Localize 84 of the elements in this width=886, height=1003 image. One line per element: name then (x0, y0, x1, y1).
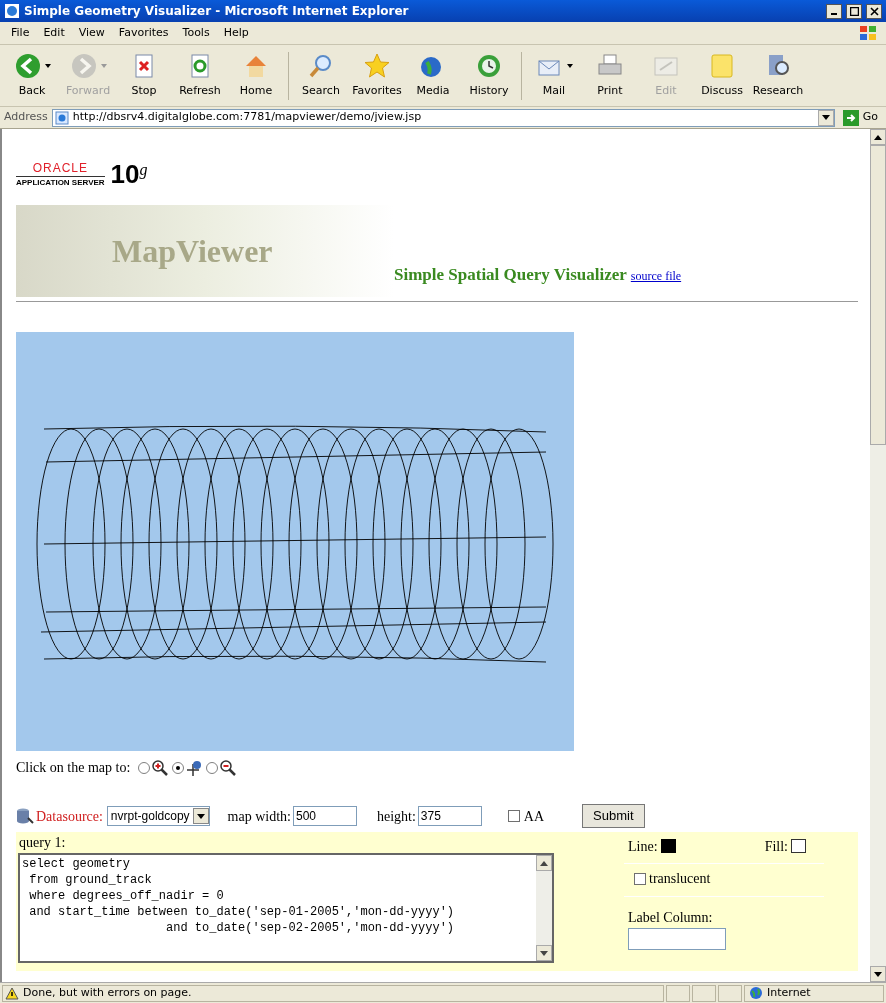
toolbar-button[interactable]: Mail (526, 51, 582, 99)
close-icon (869, 6, 879, 16)
toolbar-button[interactable]: Search (293, 51, 349, 99)
toolbar-button[interactable]: Back (4, 51, 60, 100)
database-icon (16, 808, 34, 824)
line-color-swatch[interactable] (660, 839, 676, 853)
back-icon (13, 51, 42, 80)
favorites-icon (363, 51, 391, 80)
datasource-dropdown[interactable]: nvrpt-goldcopy (106, 806, 210, 826)
windows-flag-icon (858, 24, 878, 42)
forward-icon (69, 51, 98, 80)
checkbox[interactable] (634, 872, 646, 885)
minimize-button[interactable] (826, 3, 842, 19)
menu-item[interactable]: Tools (175, 24, 217, 42)
datasource-label: Datasource: (36, 807, 103, 826)
map-width-label: map width: (227, 807, 291, 826)
down-arrow-icon[interactable] (540, 950, 548, 956)
menu-item[interactable]: View (71, 24, 112, 42)
query-field[interactable]: select geometry from ground_track where degrees_off_nadir = 0 and start_time between to_date('sep-01-2005','mon-dd-yyyy') and to_date('sep-02-2005','mon-dd-yyyy') (18, 853, 554, 963)
page-icon (54, 110, 69, 125)
maximize-button[interactable] (846, 3, 862, 19)
height-field[interactable]: 375 (417, 806, 482, 826)
scroll-thumb[interactable] (870, 145, 886, 445)
page-scrollbar[interactable] (870, 129, 886, 982)
source-link[interactable]: source file (630, 266, 682, 285)
query-label: query 1: (18, 834, 67, 852)
aa-label: AA (523, 807, 545, 826)
caret-icon[interactable] (566, 63, 573, 68)
status-text: Done, but with errors on page. (23, 984, 192, 1001)
toolbar-button[interactable]: Refresh (172, 51, 228, 100)
address-field[interactable]: http://dbsrv4.digitalglobe.com:7781/mapviewer/demo/jview.jsp (51, 108, 835, 127)
browser-icon (4, 3, 20, 19)
discuss-icon (708, 51, 736, 80)
menu-item[interactable]: Help (216, 24, 256, 42)
dropdown-arrow-icon[interactable] (821, 115, 830, 120)
label-column-label: Label Column: (628, 909, 714, 927)
zoom-out-icon (220, 759, 237, 776)
radio-button[interactable] (172, 761, 185, 774)
toolbar-button[interactable]: Discuss (694, 51, 750, 100)
zone-text: Internet (767, 984, 811, 1001)
submit-button[interactable]: Submit (582, 804, 645, 828)
label-column-field[interactable] (628, 928, 726, 950)
toolbar-button[interactable]: History (461, 51, 517, 100)
go-arrow-icon (845, 112, 856, 123)
line-label: Line: (628, 837, 658, 856)
zoom-in-icon (152, 759, 169, 776)
menu-item[interactable]: Favorites (111, 24, 176, 42)
caret-icon[interactable] (44, 63, 51, 68)
menu-item[interactable]: Edit (36, 24, 72, 42)
fill-label: Fill: (764, 837, 788, 856)
map-view[interactable] (16, 332, 574, 751)
close-button[interactable] (866, 3, 882, 19)
up-arrow-icon[interactable] (874, 134, 882, 140)
fill-color-swatch[interactable] (791, 839, 806, 853)
address-label: Address (4, 109, 48, 126)
menu-item[interactable]: File (4, 24, 37, 42)
status-panel (718, 984, 742, 1002)
checkbox[interactable] (507, 810, 520, 822)
toolbar-button[interactable]: Research (750, 51, 806, 100)
toolbar-button[interactable]: Print (582, 51, 638, 100)
status-panel (692, 984, 716, 1002)
height-label: height: (376, 807, 416, 826)
minimize-icon (831, 13, 837, 15)
scrollbar[interactable] (536, 855, 552, 961)
pan-icon (186, 759, 203, 776)
go-button[interactable]: Go (838, 109, 882, 126)
toolbar-button[interactable]: Stop (116, 51, 172, 100)
translucent-label: translucent (649, 870, 711, 888)
radio-button[interactable] (138, 761, 151, 774)
radio-button[interactable] (206, 761, 219, 774)
toolbar-button[interactable]: Favorites (349, 51, 405, 100)
toolbar-button[interactable]: Media (405, 51, 461, 100)
globe-icon (749, 986, 763, 1000)
click-mode-label: Click on the map to: (16, 759, 131, 777)
page-heading: Simple Spatial Query Visualizer (394, 263, 627, 286)
window-title: Simple Geometry Visualizer - Microsoft Internet Explorer (24, 3, 410, 20)
down-arrow-icon[interactable] (874, 971, 882, 977)
map-width-field[interactable]: 500 (292, 806, 357, 826)
dropdown-arrow-icon[interactable] (196, 813, 205, 819)
maximize-icon (849, 6, 859, 16)
status-panel (666, 984, 690, 1002)
up-arrow-icon[interactable] (540, 860, 548, 866)
warning-icon (5, 986, 19, 1000)
toolbar-button[interactable]: Home (228, 51, 284, 100)
